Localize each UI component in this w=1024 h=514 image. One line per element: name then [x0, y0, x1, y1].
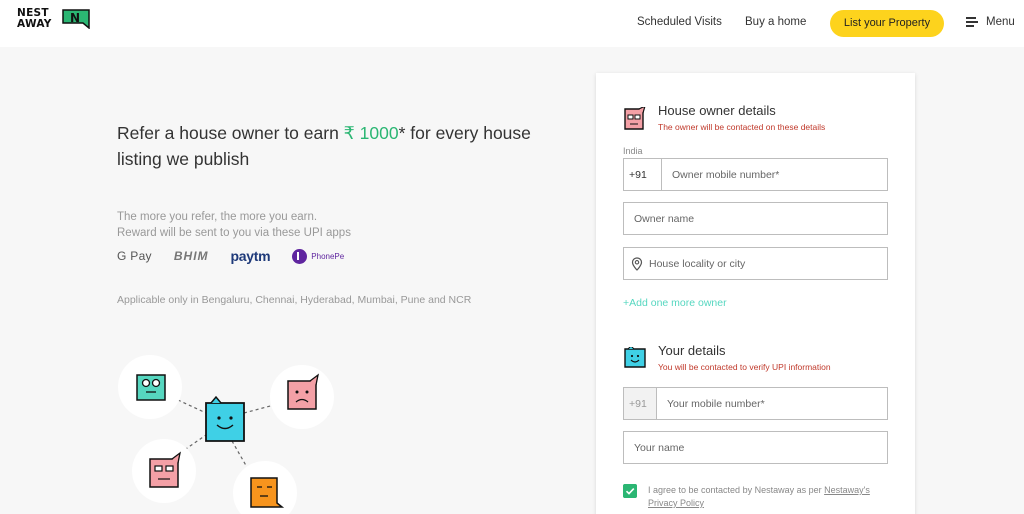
consent-checkbox[interactable]: [623, 484, 637, 498]
avatar-center-cyan-icon: [205, 395, 245, 442]
location-pin-icon: [631, 256, 643, 271]
your-name-placeholder: Your name: [634, 441, 685, 454]
logo-mark-letter: N: [70, 11, 80, 25]
nav-scheduled-visits[interactable]: Scheduled Visits: [637, 16, 722, 28]
menu-label: Menu: [986, 16, 1015, 28]
consent-label: I agree to be contacted by Nestaway as p…: [648, 485, 825, 495]
avatar-pink-glasses-icon: [132, 439, 196, 503]
paytm-logo: paytm: [230, 248, 271, 264]
refer-tagline: The more you refer, the more you earn.: [117, 211, 318, 223]
headline-text-start: Refer a house owner to earn: [117, 123, 344, 143]
top-header: NEST AWAY N Scheduled Visits Buy a home …: [0, 0, 1024, 47]
your-mobile-placeholder: Your mobile number*: [667, 397, 765, 410]
add-another-owner-link[interactable]: +Add one more owner: [623, 297, 727, 309]
applicable-cities-note: Applicable only in Bengaluru, Chennai, H…: [117, 294, 472, 306]
logo-mark-icon: N: [62, 9, 90, 29]
phonepe-icon: [292, 248, 308, 264]
upi-apps-row: G Pay BHIM paytm PhonePe: [117, 247, 366, 265]
house-owner-icon: [624, 107, 646, 130]
consent-text: I agree to be contacted by Nestaway as p…: [648, 484, 893, 510]
your-mobile-field[interactable]: +91 Your mobile number*: [623, 387, 888, 420]
avatar-pink-sad-icon: [270, 365, 334, 429]
owner-phone-prefix[interactable]: +91: [624, 159, 662, 190]
nav-buy-a-home[interactable]: Buy a home: [745, 16, 806, 28]
your-name-field[interactable]: Your name: [623, 431, 888, 464]
phonepe-logo: PhonePe: [292, 248, 345, 264]
referral-network-illustration: [118, 355, 334, 514]
owner-section-subtitle: The owner will be contacted on these det…: [658, 122, 826, 132]
owner-name-field[interactable]: Owner name: [623, 202, 888, 235]
owner-mobile-field[interactable]: +91 Owner mobile number*: [623, 158, 888, 191]
owner-mobile-placeholder: Owner mobile number*: [672, 168, 780, 181]
phonepe-label: PhonePe: [311, 251, 345, 261]
your-details-icon: [624, 347, 646, 368]
house-locality-field[interactable]: House locality or city: [623, 247, 888, 280]
your-details-title: Your details: [658, 343, 726, 358]
hamburger-icon: [966, 17, 978, 27]
reward-note: Reward will be sent to you via these UPI…: [117, 227, 351, 239]
gpay-logo: G Pay: [117, 249, 152, 263]
menu-button[interactable]: Menu: [966, 14, 1015, 30]
list-your-property-button[interactable]: List your Property: [830, 10, 944, 37]
owner-section-title: House owner details: [658, 103, 776, 118]
country-label: India: [623, 146, 643, 156]
owner-name-placeholder: Owner name: [634, 212, 695, 225]
referral-form-card: House owner details The owner will be co…: [596, 73, 915, 514]
your-phone-prefix: +91: [624, 388, 657, 419]
nestaway-logo[interactable]: NEST AWAY N: [17, 8, 92, 32]
locality-placeholder: House locality or city: [649, 257, 746, 270]
your-details-subtitle: You will be contacted to verify UPI info…: [658, 362, 831, 372]
hero-headline: Refer a house owner to earn ₹ 1000* for …: [117, 120, 537, 172]
avatar-green-glasses-icon: [118, 355, 182, 419]
bhim-logo: BHIM: [173, 249, 209, 263]
headline-amount: ₹ 1000: [343, 123, 399, 143]
avatar-orange-icon: [233, 461, 297, 514]
logo-line-2: AWAY: [17, 18, 52, 30]
